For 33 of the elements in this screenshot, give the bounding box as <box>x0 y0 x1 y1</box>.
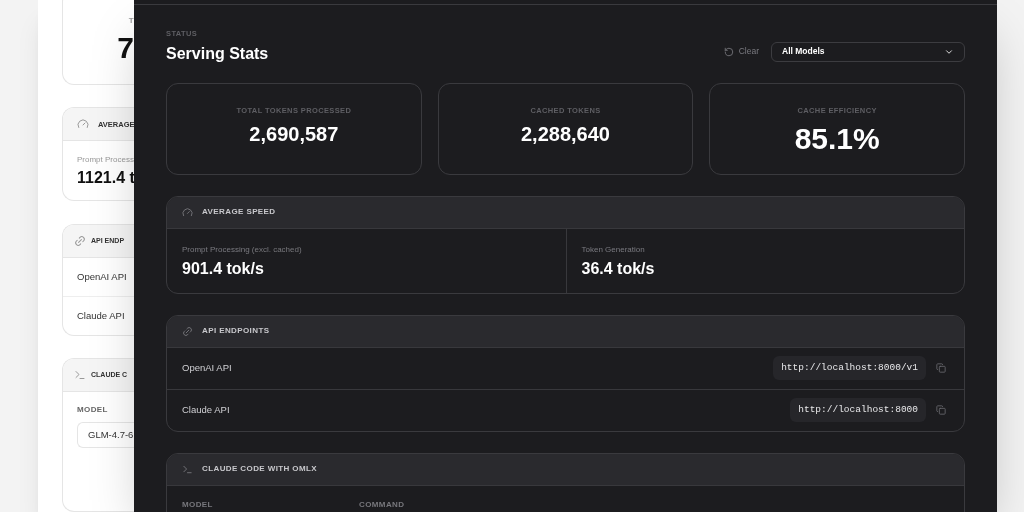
card-title: AVERAGE SPEED <box>202 206 276 218</box>
speed-value: 1121.4 t <box>77 168 134 189</box>
reset-icon <box>723 46 734 57</box>
model-label: MODEL <box>77 403 109 416</box>
stat-value: 85.1% <box>794 123 880 154</box>
endpoint-name: OpenAI API <box>182 361 232 376</box>
copy-icon[interactable] <box>936 405 946 416</box>
terminal-icon <box>74 368 86 381</box>
copy-icon[interactable] <box>936 363 946 374</box>
card-title: CLAUDE CODE WITH OMLX <box>202 463 318 475</box>
clear-button[interactable]: Clear <box>723 45 759 58</box>
card-title: API ENDPOINTS <box>202 325 270 337</box>
stat-value: 7 <box>117 33 134 63</box>
column-label: COMMAND <box>359 498 405 511</box>
gauge-icon <box>182 206 193 218</box>
stat-value: 2,690,587 <box>249 123 339 144</box>
speed-label: Token Generation <box>581 243 646 256</box>
endpoint-name: Claude API <box>182 403 230 418</box>
endpoint-name: Claude API <box>77 308 125 323</box>
column-label: MODEL <box>182 498 214 511</box>
stat-label: T <box>128 17 134 25</box>
stat-value: 2,288,640 <box>521 123 610 144</box>
endpoint-url: http://localhost:8000/v1 <box>773 356 926 381</box>
endpoint-url: http://localhost:8000 <box>790 398 926 423</box>
gauge-icon <box>77 118 89 131</box>
speed-label: Prompt Processing (excl. cached) <box>182 243 303 256</box>
model-select[interactable]: All Models <box>771 41 965 62</box>
terminal-icon <box>182 463 193 475</box>
speed-value: 901.4 tok/s <box>182 258 265 279</box>
page-title: Serving Stats <box>166 45 269 62</box>
speed-label: Prompt Process <box>77 154 134 167</box>
endpoint-name: OpenAI API <box>77 270 127 284</box>
speed-value: 36.4 tok/s <box>581 258 656 279</box>
